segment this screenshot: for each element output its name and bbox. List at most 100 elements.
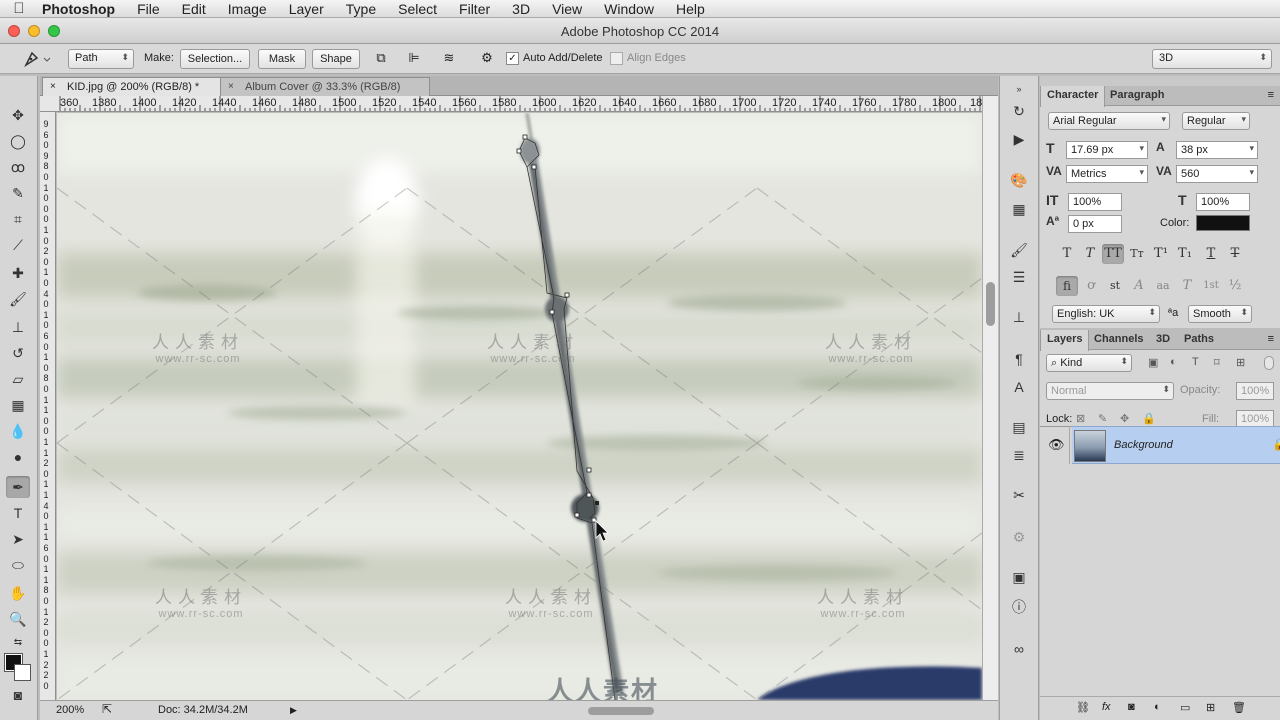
ligatures-button[interactable]: fi xyxy=(1056,276,1078,296)
link-layers-icon[interactable]: ⛓ xyxy=(1076,701,1090,714)
menu-3d[interactable]: 3D xyxy=(501,1,541,17)
old-style-button[interactable]: ơ xyxy=(1080,276,1102,296)
scroll-thumb[interactable] xyxy=(986,282,995,326)
swap-colors-icon[interactable]: ⇆ xyxy=(6,632,30,654)
menu-select[interactable]: Select xyxy=(387,1,448,17)
layer-filter-kind-select[interactable]: ⌕ Kind ⬍ xyxy=(1046,354,1132,372)
blur-tool-icon[interactable]: 💧 xyxy=(6,420,30,442)
make-selection-button[interactable]: Selection... xyxy=(180,49,250,69)
pen-tool-icon[interactable]: ✒ xyxy=(6,476,30,498)
notes-panel-icon[interactable]: ▤ xyxy=(1008,416,1030,438)
auto-add-delete-checkbox[interactable]: ✓ xyxy=(506,52,519,65)
faux-bold-button[interactable]: T xyxy=(1056,244,1078,264)
crop-tool-icon[interactable]: ⌗ xyxy=(6,208,30,230)
small-caps-button[interactable]: Tт xyxy=(1126,244,1148,264)
menu-file[interactable]: File xyxy=(126,1,171,17)
tab-3d[interactable]: 3D xyxy=(1150,330,1176,350)
zoom-tool-icon[interactable]: 🔍 xyxy=(6,608,30,630)
subscript-button[interactable]: T₁ xyxy=(1174,244,1196,264)
menu-photoshop[interactable]: Photoshop xyxy=(38,1,126,17)
menu-view[interactable]: View xyxy=(541,1,593,17)
marquee-tool-icon[interactable]: ◯ xyxy=(6,130,30,152)
menu-window[interactable]: Window xyxy=(593,1,665,17)
tab-album-cover[interactable]: × Album Cover @ 33.3% (RGB/8) xyxy=(220,77,430,96)
properties-panel-icon[interactable]: ≣ xyxy=(1008,444,1030,466)
move-tool-icon[interactable]: ✥ xyxy=(6,104,30,126)
font-style-select[interactable]: Regular ▾ xyxy=(1182,112,1250,130)
tab-kid-jpg[interactable]: × KID.jpg @ 200% (RGB/8) * xyxy=(42,77,222,96)
filter-adjustment-icon[interactable]: ◐ xyxy=(1170,356,1177,368)
panel-menu-icon[interactable]: ≡ xyxy=(1268,333,1274,345)
menu-type[interactable]: Type xyxy=(335,1,387,17)
tab-character[interactable]: Character xyxy=(1040,86,1106,107)
paragraph-styles-icon[interactable]: ¶ xyxy=(1008,348,1030,370)
menu-edit[interactable]: Edit xyxy=(171,1,217,17)
eyedropper-tool-icon[interactable]: ⟋ xyxy=(6,234,30,256)
tool-presets-icon[interactable]: ✂ xyxy=(1008,484,1030,506)
new-layer-icon[interactable]: ⊞ xyxy=(1206,701,1215,714)
lock-all-icon[interactable]: 🔒 xyxy=(1142,412,1156,425)
tab-paths[interactable]: Paths xyxy=(1178,330,1220,350)
antialias-select[interactable]: Smooth ⬍ xyxy=(1188,305,1252,323)
align-edges-checkbox[interactable] xyxy=(610,52,623,65)
menu-help[interactable]: Help xyxy=(665,1,716,17)
apple-menu-icon[interactable]:  xyxy=(0,0,38,17)
gear-icon[interactable]: ⚙ xyxy=(478,50,496,68)
quick-selection-tool-icon[interactable]: ✎ xyxy=(6,182,30,204)
ordinals-button[interactable]: 1st xyxy=(1200,276,1222,296)
faux-italic-button[interactable]: T xyxy=(1079,244,1101,264)
zoom-level[interactable]: 200% xyxy=(56,704,84,716)
lock-pixels-icon[interactable]: ✎ xyxy=(1098,412,1107,425)
swash-button[interactable]: A xyxy=(1128,276,1150,296)
language-select[interactable]: English: UK ⬍ xyxy=(1052,305,1160,323)
menu-filter[interactable]: Filter xyxy=(448,1,501,17)
info-icon[interactable]: ⓘ xyxy=(1008,596,1030,618)
background-color-swatch[interactable] xyxy=(14,664,31,681)
clone-stamp-tool-icon[interactable]: ⊥ xyxy=(6,316,30,338)
collapse-icon[interactable]: » xyxy=(1008,78,1030,100)
strikethrough-button[interactable]: T xyxy=(1224,244,1246,264)
lock-transparent-icon[interactable]: ⊠ xyxy=(1076,412,1085,425)
delete-layer-icon[interactable]: 🗑 xyxy=(1232,701,1246,714)
history-panel-icon[interactable]: ↻ xyxy=(1008,100,1030,122)
filter-toggle[interactable] xyxy=(1264,356,1274,370)
horizontal-scroll-thumb[interactable] xyxy=(588,707,654,715)
tab-paragraph[interactable]: Paragraph xyxy=(1104,86,1170,106)
lock-position-icon[interactable]: ✥ xyxy=(1120,412,1129,425)
menu-image[interactable]: Image xyxy=(217,1,278,17)
filter-pixel-icon[interactable]: ▣ xyxy=(1148,356,1158,369)
fx-icon[interactable]: fx xyxy=(1102,701,1111,713)
brush-tool-icon[interactable]: 🖌 xyxy=(6,288,30,310)
tracking-field[interactable]: 560 ▾ xyxy=(1176,165,1258,183)
path-alignment-icon[interactable]: ⊫ xyxy=(405,50,423,68)
workspace-switcher[interactable]: 3D xyxy=(1152,49,1272,69)
vertical-scale-field[interactable]: 100% xyxy=(1068,193,1122,211)
close-tab-icon[interactable]: × xyxy=(228,81,234,92)
quick-mask-icon[interactable]: ◙ xyxy=(6,684,30,706)
make-shape-button[interactable]: Shape xyxy=(312,49,360,69)
new-adjustment-layer-icon[interactable]: ◐ xyxy=(1154,701,1161,713)
leading-field[interactable]: 38 px ▾ xyxy=(1176,141,1258,159)
clone-source-panel-icon[interactable]: ⊥ xyxy=(1008,306,1030,328)
new-group-icon[interactable]: ▭ xyxy=(1180,701,1190,714)
menu-layer[interactable]: Layer xyxy=(278,1,335,17)
panel-menu-icon[interactable]: ≡ xyxy=(1268,89,1274,101)
3d-panel-icon[interactable]: ⚙ xyxy=(1008,526,1030,548)
filter-smart-object-icon[interactable]: ⊞ xyxy=(1236,356,1245,369)
layer-row-background[interactable]: Background 🔒 xyxy=(1072,426,1280,464)
healing-brush-tool-icon[interactable]: ✚ xyxy=(6,262,30,284)
type-tool-icon[interactable]: T xyxy=(6,502,30,524)
superscript-button[interactable]: T¹ xyxy=(1150,244,1172,264)
adjustments-panel-icon[interactable]: ☰ xyxy=(1008,266,1030,288)
path-arrangement-icon[interactable]: ≋ xyxy=(440,50,458,68)
history-brush-tool-icon[interactable]: ↺ xyxy=(6,342,30,364)
stylistic-alternates-button[interactable]: aa xyxy=(1152,276,1174,296)
character-styles-icon[interactable]: A xyxy=(1008,376,1030,398)
color-panel-icon[interactable]: 🎨 xyxy=(1008,169,1030,191)
font-size-field[interactable]: 17.69 px ▾ xyxy=(1066,141,1148,159)
tool-preset-picker[interactable] xyxy=(20,49,52,69)
lasso-tool-icon[interactable]: ꝏ xyxy=(6,156,30,178)
make-mask-button[interactable]: Mask xyxy=(258,49,306,69)
status-menu-arrow-icon[interactable]: ▶ xyxy=(290,705,297,716)
underline-button[interactable]: T xyxy=(1200,244,1222,264)
